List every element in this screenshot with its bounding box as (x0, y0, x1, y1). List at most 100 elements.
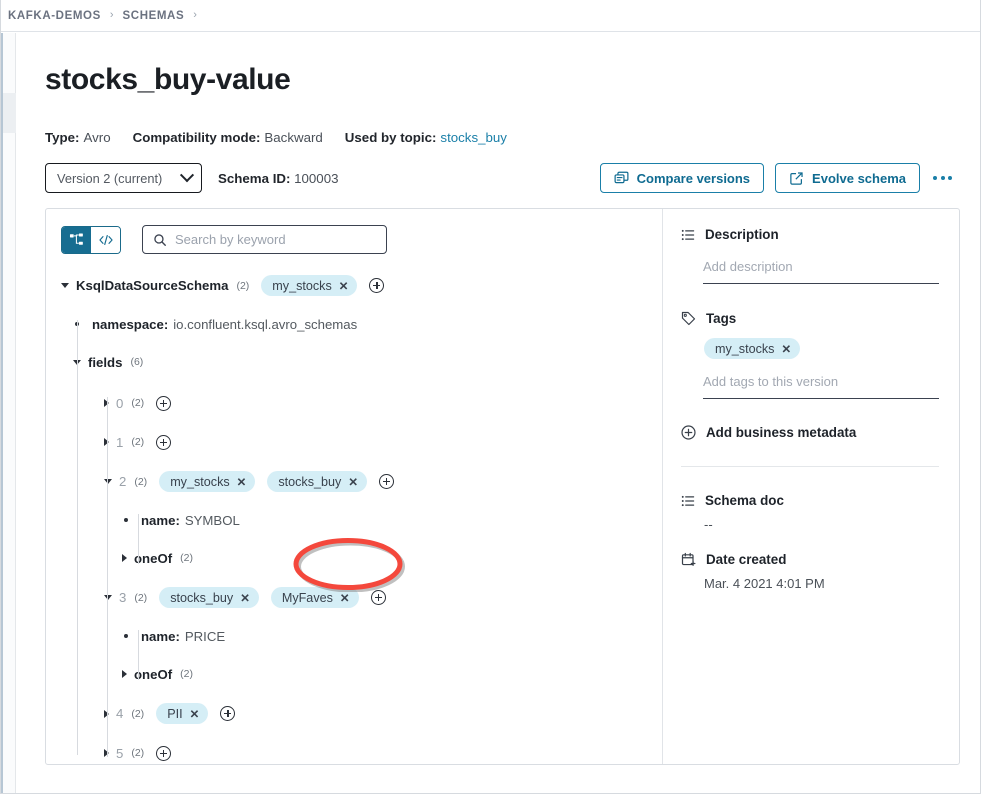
tag-my-stocks-field-2[interactable]: my_stocks ✕ (159, 471, 255, 492)
tag-remove-icon[interactable]: ✕ (237, 475, 247, 489)
tag-remove-icon[interactable]: ✕ (781, 342, 791, 356)
add-tag-button-field-4[interactable] (220, 706, 235, 721)
tree-node-namespace: namespace: io.confluent.ksql.avro_schema… (61, 314, 662, 334)
tree-row-field-2[interactable]: 2 (2) my_stocks ✕ stocks_buy ✕ (61, 471, 662, 492)
schema-doc-title: Schema doc (705, 493, 784, 508)
calendar-icon (681, 552, 696, 567)
breadcrumb: KAFKA-DEMOS › SCHEMAS › (1, 0, 980, 32)
type-value: Avro (83, 130, 110, 145)
tag-my-stocks-root[interactable]: my_stocks ✕ (261, 275, 357, 296)
controls-right-group: Compare versions Evolve schema (600, 163, 960, 193)
evolve-schema-label: Evolve schema (812, 171, 906, 186)
used-by-topic-link[interactable]: stocks_buy (440, 130, 507, 145)
search-input[interactable]: Search by keyword (175, 232, 286, 247)
panel-divider (681, 466, 939, 467)
add-tag-button-field-3[interactable] (371, 590, 386, 605)
tree-row-field-5[interactable]: 5 (2) (61, 743, 662, 763)
tree-view-toggle-button[interactable] (62, 227, 91, 253)
plus-circle-icon (681, 425, 696, 440)
caret-down-icon[interactable] (104, 479, 112, 484)
tag-myfaves-field-3[interactable]: MyFaves ✕ (271, 587, 359, 608)
tree-node-root[interactable]: KsqlDataSourceSchema (2) my_stocks ✕ (61, 275, 662, 296)
list-icon (681, 228, 695, 242)
add-tag-button-root[interactable] (369, 278, 384, 293)
kebab-dot-2 (941, 176, 945, 180)
chevron-down-icon (180, 168, 194, 182)
tree-row-field-4[interactable]: 4 (2) PII ✕ (61, 703, 662, 724)
breadcrumb-item-kafka-demos[interactable]: KAFKA-DEMOS (8, 10, 101, 22)
add-tag-button-field-1[interactable] (156, 435, 171, 450)
schema-doc-value: -- (704, 517, 939, 532)
tag-label: stocks_buy (278, 475, 341, 489)
add-tag-button-field-0[interactable] (156, 396, 171, 411)
add-tag-button-field-5[interactable] (156, 746, 171, 761)
tags-input[interactable]: Add tags to this version (703, 373, 939, 399)
add-tag-button-field-2[interactable] (379, 474, 394, 489)
field-index: 0 (116, 396, 123, 411)
tree-row-field-2-oneof[interactable]: oneOf (2) (61, 548, 662, 568)
root-label: KsqlDataSourceSchema (76, 278, 228, 293)
field-index: 3 (119, 590, 126, 605)
tag-remove-icon[interactable]: ✕ (240, 591, 250, 605)
type-label: Type: (45, 130, 79, 145)
name-key: name: (141, 513, 180, 528)
tag-remove-icon[interactable]: ✕ (190, 707, 200, 721)
caret-down-icon[interactable] (61, 283, 69, 288)
rail-accent-bar (1, 33, 3, 793)
list-icon-2 (681, 494, 695, 508)
tag-pii-field-4[interactable]: PII ✕ (156, 703, 208, 724)
bullet-icon (124, 518, 128, 522)
tag-stocks-buy-field-3[interactable]: stocks_buy ✕ (159, 587, 259, 608)
panel-tag-my-stocks[interactable]: my_stocks ✕ (704, 338, 800, 359)
date-created-title: Date created (706, 552, 786, 567)
used-by-topic-label: Used by topic: (345, 130, 437, 145)
tag-label: my_stocks (715, 342, 774, 356)
schema-doc-section-header: Schema doc (681, 493, 939, 508)
schema-id-label: Schema ID: (218, 171, 290, 186)
tag-label: stocks_buy (170, 591, 233, 605)
code-view-toggle-button[interactable] (91, 227, 120, 253)
name-value: SYMBOL (185, 513, 240, 528)
compare-versions-button[interactable]: Compare versions (600, 163, 764, 193)
tag-remove-icon[interactable]: ✕ (339, 279, 349, 293)
description-section-header: Description (681, 227, 939, 242)
name-key: name: (141, 629, 180, 644)
tag-remove-icon[interactable]: ✕ (340, 591, 350, 605)
tag-stocks-buy-field-2[interactable]: stocks_buy ✕ (267, 471, 367, 492)
date-created-section-header: Date created (681, 552, 939, 567)
tree-row-field-3-oneof[interactable]: oneOf (2) (61, 664, 662, 684)
tag-remove-icon[interactable]: ✕ (348, 475, 358, 489)
evolve-schema-button[interactable]: Evolve schema (775, 163, 920, 193)
caret-down-icon[interactable] (104, 595, 112, 600)
fields-label: fields (88, 355, 122, 370)
search-input-wrapper[interactable]: Search by keyword (142, 225, 387, 254)
breadcrumb-separator-icon-2: › (193, 10, 197, 21)
field-index: 4 (116, 706, 123, 721)
tag-label: PII (167, 707, 182, 721)
version-select-value: Version 2 (current) (57, 171, 162, 186)
caret-right-icon[interactable] (122, 670, 127, 678)
tag-icon (681, 311, 696, 326)
breadcrumb-item-schemas[interactable]: SCHEMAS (123, 10, 185, 22)
tree-row-field-3[interactable]: 3 (2) stocks_buy ✕ MyFaves ✕ (61, 587, 662, 608)
more-actions-button[interactable] (933, 176, 952, 180)
caret-right-icon[interactable] (122, 554, 127, 562)
compare-icon (614, 171, 629, 186)
add-business-metadata-button[interactable]: Add business metadata (681, 425, 939, 440)
fields-count: (6) (130, 356, 143, 368)
tree-row-field-0[interactable]: 0 (2) (61, 393, 662, 413)
description-input[interactable]: Add description (703, 258, 939, 284)
version-select[interactable]: Version 2 (current) (45, 163, 202, 193)
field-count: (2) (131, 397, 144, 409)
bullet-icon (124, 634, 128, 638)
tree-node-fields[interactable]: fields (6) (61, 352, 662, 372)
namespace-key: namespace: (92, 317, 168, 332)
tree-guide-line-field-2 (138, 514, 139, 564)
oneof-count: (2) (180, 668, 193, 680)
tree-row-field-1[interactable]: 1 (2) (61, 432, 662, 452)
tree-guide-line-fields (107, 397, 108, 757)
compatibility-value: Backward (264, 130, 322, 145)
collapsed-sidebar-rail[interactable] (1, 33, 16, 793)
field-count: (2) (131, 708, 144, 720)
rail-active-item[interactable] (3, 93, 16, 133)
